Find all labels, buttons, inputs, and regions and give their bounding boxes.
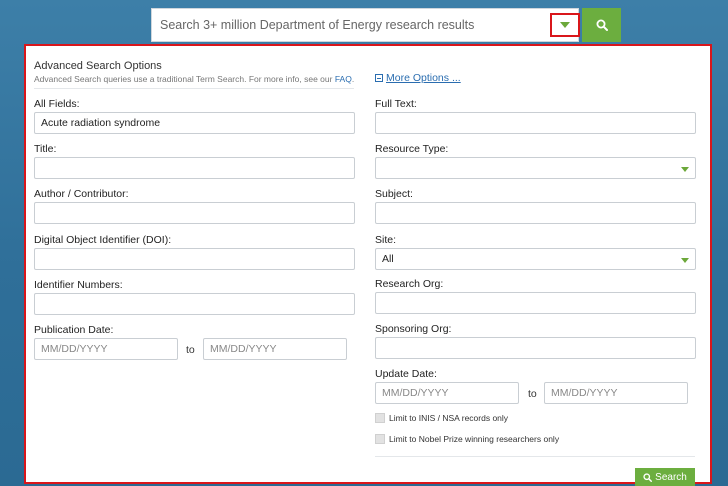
site-select[interactable]: All xyxy=(375,248,696,270)
author-input[interactable] xyxy=(34,202,355,224)
divider xyxy=(375,456,695,457)
chevron-down-icon xyxy=(681,258,689,263)
title-label: Title: xyxy=(34,143,57,155)
limit-inis-checkbox[interactable] xyxy=(375,413,385,423)
limit-nobel-checkbox[interactable] xyxy=(375,434,385,444)
search-button-label: Search xyxy=(655,471,687,483)
advanced-search-submit-button[interactable]: Search xyxy=(635,468,695,486)
limit-nobel-row[interactable]: Limit to Nobel Prize winning researchers… xyxy=(375,434,559,444)
top-search-bar xyxy=(151,8,621,42)
panel-title: Advanced Search Options xyxy=(34,60,162,72)
resource-type-label: Resource Type: xyxy=(375,143,449,155)
site-value: All xyxy=(382,253,394,265)
more-options-label: More Options ... xyxy=(386,72,461,84)
pub-date-label: Publication Date: xyxy=(34,324,114,336)
resource-type-select[interactable] xyxy=(375,157,696,179)
update-date-from-input[interactable] xyxy=(375,382,519,404)
collapse-icon xyxy=(375,74,383,82)
full-text-label: Full Text: xyxy=(375,98,417,110)
full-text-input[interactable] xyxy=(375,112,696,134)
all-fields-label: All Fields: xyxy=(34,98,80,110)
divider xyxy=(34,88,354,89)
limit-nobel-label: Limit to Nobel Prize winning researchers… xyxy=(389,434,560,444)
subject-input[interactable] xyxy=(375,202,696,224)
site-label: Site: xyxy=(375,234,397,246)
search-input[interactable] xyxy=(152,9,558,41)
pub-date-to-input[interactable] xyxy=(203,338,347,360)
pub-date-from-input[interactable] xyxy=(34,338,178,360)
search-icon xyxy=(643,472,653,482)
pub-date-to-label: to xyxy=(186,344,195,356)
advanced-search-toggle[interactable] xyxy=(550,13,580,37)
research-org-input[interactable] xyxy=(375,292,696,314)
chevron-down-icon xyxy=(681,167,689,172)
faq-link[interactable]: FAQ xyxy=(335,74,352,84)
advanced-search-panel: Advanced Search Options Advanced Search … xyxy=(24,44,712,486)
more-options-link[interactable]: More Options ... xyxy=(375,72,461,84)
subtitle-text: Advanced Search queries use a traditiona… xyxy=(34,74,335,84)
update-date-to-input[interactable] xyxy=(544,382,688,404)
search-box xyxy=(151,8,580,42)
limit-inis-row[interactable]: Limit to INIS / NSA records only xyxy=(375,413,508,423)
search-button[interactable] xyxy=(582,8,621,42)
identifier-label: Identifier Numbers: xyxy=(34,279,123,291)
sponsoring-org-input[interactable] xyxy=(375,337,696,359)
all-fields-input[interactable] xyxy=(34,112,355,134)
research-org-label: Research Org: xyxy=(375,278,444,290)
title-input[interactable] xyxy=(34,157,355,179)
subject-label: Subject: xyxy=(375,188,413,200)
update-date-label: Update Date: xyxy=(375,368,437,380)
panel-subtitle: Advanced Search queries use a traditiona… xyxy=(34,74,354,84)
search-icon xyxy=(596,19,608,31)
sponsoring-org-label: Sponsoring Org: xyxy=(375,323,452,335)
doi-label: Digital Object Identifier (DOI): xyxy=(34,234,172,246)
identifier-input[interactable] xyxy=(34,293,355,315)
chevron-down-icon xyxy=(560,22,570,28)
limit-inis-label: Limit to INIS / NSA records only xyxy=(389,413,509,423)
author-label: Author / Contributor: xyxy=(34,188,129,200)
doi-input[interactable] xyxy=(34,248,355,270)
subtitle-end: . xyxy=(351,74,355,84)
update-date-to-label: to xyxy=(528,388,537,400)
